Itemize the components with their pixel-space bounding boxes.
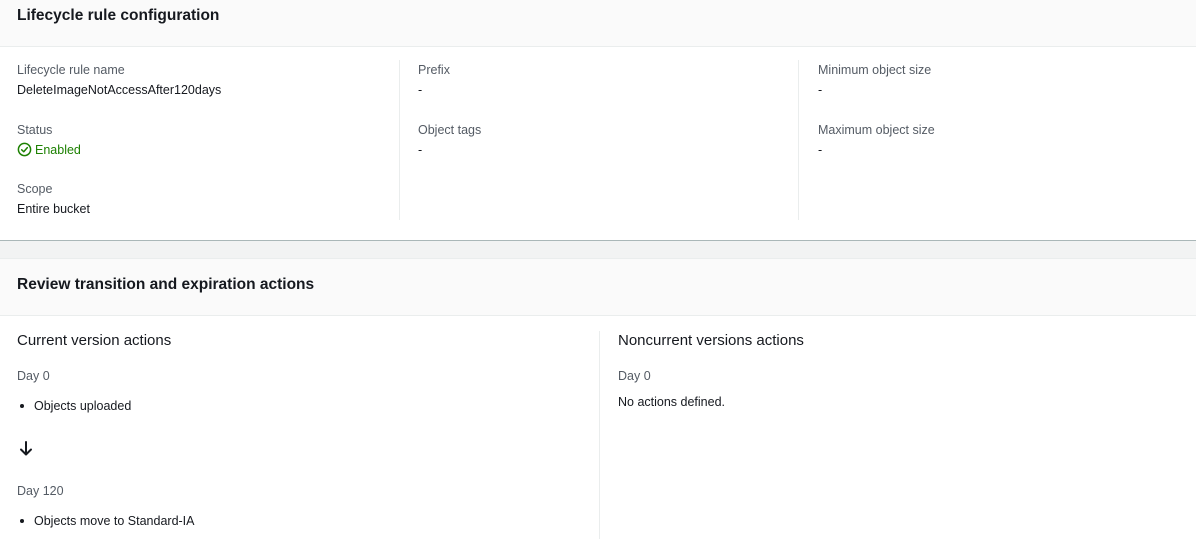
- review-actions-header: Review transition and expiration actions: [0, 258, 1196, 316]
- min-size-value: -: [818, 83, 823, 97]
- arrow-down-icon: [18, 440, 34, 462]
- status-text: Enabled: [35, 142, 81, 157]
- noncurrent-versions-title: Noncurrent versions actions: [618, 332, 804, 349]
- review-actions-title: Review transition and expiration actions: [17, 276, 315, 293]
- check-circle-icon: [17, 142, 32, 157]
- config-column-2: Prefix - Object tags -: [418, 60, 788, 220]
- bullet-dot: [20, 519, 24, 523]
- section-gap: [0, 241, 1196, 258]
- current-version-title: Current version actions: [17, 332, 172, 349]
- bullet-dot: [20, 404, 24, 408]
- column-divider: [798, 60, 799, 220]
- current-step-day: Day 0: [17, 369, 50, 383]
- min-size-label: Minimum object size: [818, 63, 932, 77]
- lifecycle-config-title: Lifecycle rule configuration: [17, 7, 220, 24]
- lifecycle-config-header: Lifecycle rule configuration: [0, 0, 1196, 47]
- object-tags-field: Object tags -: [418, 123, 481, 157]
- review-actions-body: Current version actions Day 0 Objects up…: [0, 316, 1196, 546]
- scope-value: Entire bucket: [17, 202, 90, 216]
- current-step-action: Objects uploaded: [20, 399, 131, 413]
- rule-name-value: DeleteImageNotAccessAfter120days: [17, 83, 222, 97]
- rule-name-label: Lifecycle rule name: [17, 63, 125, 77]
- rule-name-field: Lifecycle rule name DeleteImageNotAccess…: [17, 63, 221, 97]
- scope-label: Scope: [17, 182, 53, 196]
- config-column-1: Lifecycle rule name DeleteImageNotAccess…: [17, 60, 387, 220]
- max-size-field: Maximum object size -: [818, 123, 935, 157]
- current-step-action: Objects move to Standard-IA: [20, 514, 195, 528]
- prefix-field: Prefix -: [418, 63, 450, 97]
- object-tags-value: -: [418, 143, 423, 157]
- column-divider: [399, 60, 400, 220]
- column-divider: [599, 331, 600, 539]
- prefix-value: -: [418, 83, 423, 97]
- status-value: Enabled: [17, 142, 81, 157]
- max-size-label: Maximum object size: [818, 123, 935, 137]
- min-size-field: Minimum object size -: [818, 63, 931, 97]
- lifecycle-config-body: Lifecycle rule name DeleteImageNotAccess…: [0, 47, 1196, 241]
- noncurrent-day: Day 0: [618, 369, 651, 383]
- prefix-label: Prefix: [418, 63, 450, 77]
- object-tags-label: Object tags: [418, 123, 482, 137]
- config-column-3: Minimum object size - Maximum object siz…: [818, 60, 1178, 220]
- scope-field: Scope Entire bucket: [17, 182, 90, 216]
- current-step-day: Day 120: [17, 484, 64, 498]
- noncurrent-no-actions-text: No actions defined.: [618, 395, 726, 409]
- max-size-value: -: [818, 143, 823, 157]
- current-step-action-text: Objects uploaded: [34, 399, 132, 413]
- status-label: Status: [17, 123, 53, 137]
- current-step-action-text: Objects move to Standard-IA: [34, 514, 195, 528]
- status-field: Status Enabled: [17, 123, 81, 157]
